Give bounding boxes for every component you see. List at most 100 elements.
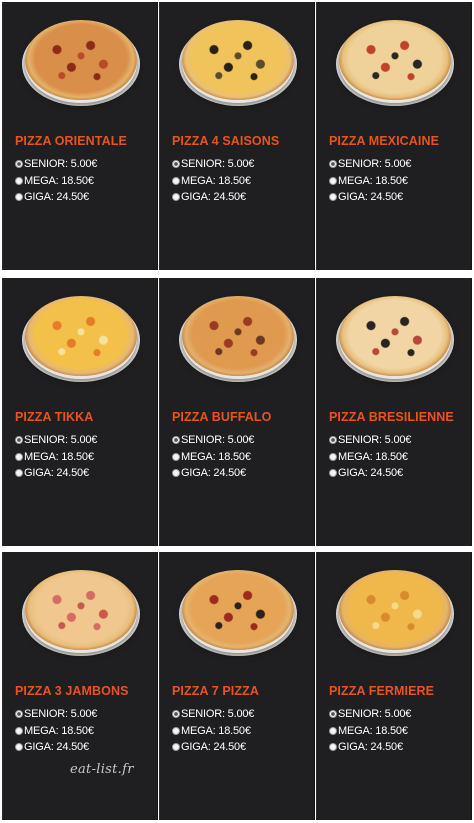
menu-section: PIZZA 3 JAMBONS SENIOR: 5.00€ MEGA: 18.5… [0, 552, 474, 820]
price-option-giga[interactable]: GIGA: 24.50€ [329, 465, 411, 482]
price-option-mega[interactable]: MEGA: 18.50€ [329, 723, 411, 740]
radio-button-icon[interactable] [15, 452, 23, 461]
price-option-senior[interactable]: SENIOR: 5.00€ [172, 156, 254, 173]
radio-button-icon[interactable] [15, 710, 23, 719]
radio-button-icon[interactable] [329, 160, 337, 169]
watermark-text: eat-list.fr [70, 762, 134, 777]
pizza-image [179, 296, 297, 384]
price-label: MEGA: 18.50€ [24, 450, 94, 463]
price-option-giga[interactable]: GIGA: 24.50€ [329, 189, 411, 206]
price-option-giga[interactable]: GIGA: 24.50€ [329, 739, 411, 756]
pizza-card[interactable]: PIZZA BRESILIENNE SENIOR: 5.00€ MEGA: 18… [316, 278, 472, 546]
radio-button-icon[interactable] [172, 176, 180, 185]
radio-button-icon[interactable] [172, 743, 180, 752]
pizza-card[interactable]: PIZZA FERMIERE SENIOR: 5.00€ MEGA: 18.50… [316, 552, 472, 820]
pizza-image [179, 570, 297, 658]
radio-button-icon[interactable] [15, 743, 23, 752]
price-option-mega[interactable]: MEGA: 18.50€ [172, 173, 254, 190]
radio-button-icon[interactable] [329, 726, 337, 735]
price-option-senior[interactable]: SENIOR: 5.00€ [15, 706, 97, 723]
pizza-card[interactable]: PIZZA ORIENTALE SENIOR: 5.00€ MEGA: 18.5… [2, 2, 158, 270]
radio-button-icon[interactable] [15, 176, 23, 185]
price-label: GIGA: 24.50€ [181, 191, 246, 204]
radio-button-icon[interactable] [15, 160, 23, 169]
radio-button-icon[interactable] [172, 160, 180, 169]
radio-button-icon[interactable] [329, 710, 337, 719]
price-option-senior[interactable]: SENIOR: 5.00€ [329, 706, 411, 723]
price-label: MEGA: 18.50€ [181, 174, 251, 187]
pizza-image [22, 296, 140, 384]
pizza-card[interactable]: PIZZA 3 JAMBONS SENIOR: 5.00€ MEGA: 18.5… [2, 552, 158, 820]
price-option-mega[interactable]: MEGA: 18.50€ [15, 723, 97, 740]
radio-button-icon[interactable] [15, 436, 23, 445]
radio-button-icon[interactable] [329, 176, 337, 185]
price-option-mega[interactable]: MEGA: 18.50€ [329, 449, 411, 466]
price-options: SENIOR: 5.00€ MEGA: 18.50€ GIGA: 24.50€ [15, 706, 97, 756]
price-option-mega[interactable]: MEGA: 18.50€ [172, 723, 254, 740]
price-label: MEGA: 18.50€ [338, 450, 408, 463]
price-options: SENIOR: 5.00€ MEGA: 18.50€ GIGA: 24.50€ [329, 156, 411, 206]
price-option-giga[interactable]: GIGA: 24.50€ [172, 465, 254, 482]
price-options: SENIOR: 5.00€ MEGA: 18.50€ GIGA: 24.50€ [172, 706, 254, 756]
pizza-image [22, 570, 140, 658]
radio-button-icon[interactable] [172, 710, 180, 719]
price-label: SENIOR: 5.00€ [24, 158, 98, 171]
radio-button-icon[interactable] [172, 469, 180, 478]
price-option-mega[interactable]: MEGA: 18.50€ [329, 173, 411, 190]
price-option-giga[interactable]: GIGA: 24.50€ [15, 465, 97, 482]
pizza-card[interactable]: PIZZA MEXICAINE SENIOR: 5.00€ MEGA: 18.5… [316, 2, 472, 270]
radio-button-icon[interactable] [329, 436, 337, 445]
pizza-card[interactable]: PIZZA TIKKA SENIOR: 5.00€ MEGA: 18.50€ G… [2, 278, 158, 546]
price-option-senior[interactable]: SENIOR: 5.00€ [329, 432, 411, 449]
radio-button-icon[interactable] [15, 193, 23, 202]
price-label: SENIOR: 5.00€ [24, 434, 98, 447]
radio-button-icon[interactable] [172, 436, 180, 445]
radio-button-icon[interactable] [15, 726, 23, 735]
price-label: GIGA: 24.50€ [24, 467, 89, 480]
price-option-senior[interactable]: SENIOR: 5.00€ [329, 156, 411, 173]
price-option-giga[interactable]: GIGA: 24.50€ [15, 739, 97, 756]
price-option-mega[interactable]: MEGA: 18.50€ [172, 449, 254, 466]
radio-button-icon[interactable] [15, 469, 23, 478]
price-label: GIGA: 24.50€ [24, 741, 89, 754]
menu-section: PIZZA ORIENTALE SENIOR: 5.00€ MEGA: 18.5… [0, 2, 474, 270]
radio-button-icon[interactable] [172, 726, 180, 735]
radio-button-icon[interactable] [329, 452, 337, 461]
price-option-senior[interactable]: SENIOR: 5.00€ [15, 156, 97, 173]
price-label: SENIOR: 5.00€ [338, 434, 412, 447]
price-options: SENIOR: 5.00€ MEGA: 18.50€ GIGA: 24.50€ [15, 432, 97, 482]
price-options: SENIOR: 5.00€ MEGA: 18.50€ GIGA: 24.50€ [172, 432, 254, 482]
pizza-name: PIZZA FERMIERE [329, 684, 435, 698]
price-option-giga[interactable]: GIGA: 24.50€ [15, 189, 97, 206]
pizza-card[interactable]: PIZZA BUFFALO SENIOR: 5.00€ MEGA: 18.50€… [159, 278, 315, 546]
radio-button-icon[interactable] [329, 193, 337, 202]
price-label: GIGA: 24.50€ [338, 467, 403, 480]
pizza-menu: PIZZA ORIENTALE SENIOR: 5.00€ MEGA: 18.5… [0, 0, 474, 823]
price-label: MEGA: 18.50€ [181, 450, 251, 463]
pizza-image [22, 20, 140, 108]
pizza-name: PIZZA 7 PIZZA [172, 684, 259, 698]
price-label: GIGA: 24.50€ [24, 191, 89, 204]
pizza-card[interactable]: PIZZA 4 SAISONS SENIOR: 5.00€ MEGA: 18.5… [159, 2, 315, 270]
price-option-senior[interactable]: SENIOR: 5.00€ [172, 706, 254, 723]
radio-button-icon[interactable] [172, 452, 180, 461]
pizza-card[interactable]: PIZZA 7 PIZZA SENIOR: 5.00€ MEGA: 18.50€… [159, 552, 315, 820]
radio-button-icon[interactable] [329, 469, 337, 478]
price-option-mega[interactable]: MEGA: 18.50€ [15, 449, 97, 466]
pizza-image [336, 570, 454, 658]
pizza-image [336, 20, 454, 108]
price-label: GIGA: 24.50€ [338, 191, 403, 204]
price-option-senior[interactable]: SENIOR: 5.00€ [15, 432, 97, 449]
price-options: SENIOR: 5.00€ MEGA: 18.50€ GIGA: 24.50€ [15, 156, 97, 206]
price-option-mega[interactable]: MEGA: 18.50€ [15, 173, 97, 190]
radio-button-icon[interactable] [172, 193, 180, 202]
price-option-giga[interactable]: GIGA: 24.50€ [172, 189, 254, 206]
pizza-name: PIZZA 4 SAISONS [172, 134, 280, 148]
price-label: SENIOR: 5.00€ [338, 158, 412, 171]
price-label: MEGA: 18.50€ [24, 724, 94, 737]
radio-button-icon[interactable] [329, 743, 337, 752]
pizza-name: PIZZA TIKKA [15, 410, 94, 424]
price-option-giga[interactable]: GIGA: 24.50€ [172, 739, 254, 756]
price-option-senior[interactable]: SENIOR: 5.00€ [172, 432, 254, 449]
price-options: SENIOR: 5.00€ MEGA: 18.50€ GIGA: 24.50€ [329, 706, 411, 756]
